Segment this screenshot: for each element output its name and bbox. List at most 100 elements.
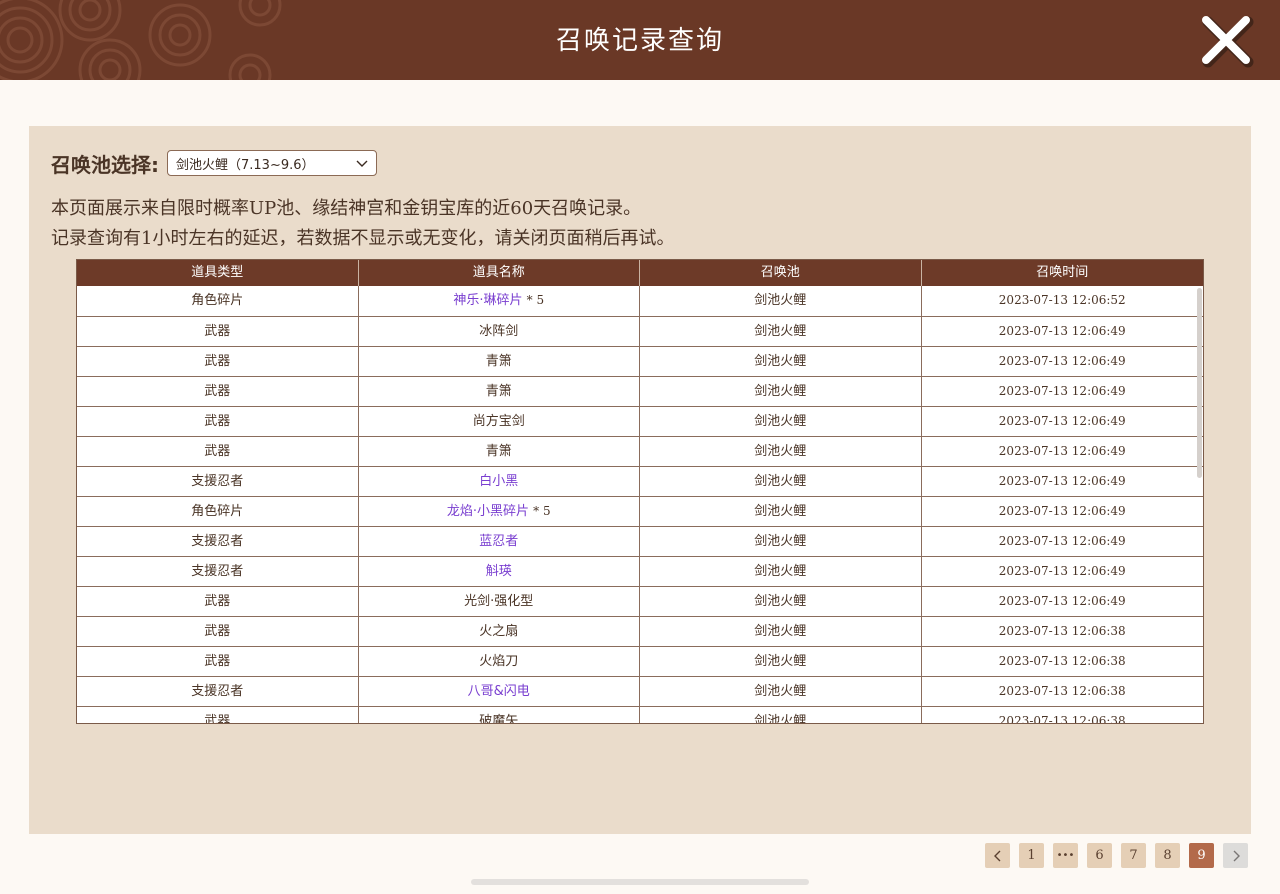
cell-item-type: 支援忍者 — [77, 677, 359, 706]
cell-pool: 剑池火鲤 — [640, 286, 922, 316]
description-line-1: 本页面展示来自限时概率UP池、缘结神宫和金钥宝库的近60天召唤记录。 — [51, 198, 642, 219]
item-count-text: * 5 — [533, 504, 551, 518]
page-button-7[interactable]: 7 — [1121, 843, 1146, 868]
next-page-button[interactable] — [1223, 843, 1248, 868]
item-name-text: 尚方宝剑 — [472, 414, 525, 429]
cell-item-name: 青箫 — [359, 437, 640, 466]
table-header: 道具类型 道具名称 召唤池 召唤时间 — [77, 260, 1203, 286]
cell-time: 2023-07-13 12:06:49 — [998, 564, 1126, 578]
table-row: 武器 破魔矢 剑池火鲤 2023-07-13 12:06:38 — [77, 706, 1203, 724]
cell-pool: 剑池火鲤 — [640, 467, 922, 496]
cell-item-name: 火焰刀 — [359, 647, 640, 676]
page-button-1[interactable]: 1 — [1019, 843, 1044, 868]
table-row: 角色碎片 神乐·琳碎片 * 5 剑池火鲤 2023-07-13 12:06:52 — [77, 286, 1203, 316]
cell-pool: 剑池火鲤 — [640, 497, 922, 526]
cell-item-type: 支援忍者 — [77, 527, 359, 556]
cell-item-type: 武器 — [77, 377, 359, 406]
prev-page-button[interactable] — [985, 843, 1010, 868]
table-row: 武器 青箫 剑池火鲤 2023-07-13 12:06:49 — [77, 376, 1203, 406]
table-row: 角色碎片 龙焰·小黑碎片 * 5 剑池火鲤 2023-07-13 12:06:49 — [77, 496, 1203, 526]
cell-item-type: 角色碎片 — [77, 286, 359, 316]
item-name-text: 青箫 — [485, 384, 512, 399]
item-name-text: 神乐·琳碎片 — [453, 293, 523, 308]
cell-item-type: 武器 — [77, 707, 359, 723]
table-row: 支援忍者 蓝忍者 剑池火鲤 2023-07-13 12:06:49 — [77, 526, 1203, 556]
cell-time: 2023-07-13 12:06:49 — [998, 504, 1126, 518]
description-line-2: 记录查询有1小时左右的延迟，若数据不显示或无变化，请关闭页面稍后再试。 — [51, 228, 675, 249]
item-count-text: * 5 — [526, 293, 545, 307]
cell-item-type: 支援忍者 — [77, 557, 359, 586]
cell-item-name: 神乐·琳碎片 * 5 — [359, 286, 640, 316]
cell-time: 2023-07-13 12:06:49 — [998, 474, 1126, 488]
page-ellipsis[interactable]: ••• — [1053, 843, 1078, 868]
cell-item-name: 蓝忍者 — [359, 527, 640, 556]
item-name-text: 龙焰·小黑碎片 — [446, 504, 530, 519]
table-row: 武器 冰阵剑 剑池火鲤 2023-07-13 12:06:49 — [77, 316, 1203, 346]
item-name-text: 青箫 — [485, 354, 512, 369]
item-name-text: 破魔矢 — [479, 714, 519, 724]
page-button-8[interactable]: 8 — [1155, 843, 1180, 868]
column-header-time: 召唤时间 — [1036, 265, 1089, 280]
home-indicator[interactable] — [471, 879, 809, 885]
table-row: 武器 光剑·强化型 剑池火鲤 2023-07-13 12:06:49 — [77, 586, 1203, 616]
cell-item-name: 青箫 — [359, 347, 640, 376]
close-button[interactable] — [1196, 10, 1256, 70]
page-button-9-current[interactable]: 9 — [1189, 843, 1214, 868]
item-name-text: 白小黑 — [479, 474, 519, 489]
item-name-text: 火之扇 — [479, 624, 519, 639]
cell-item-name: 尚方宝剑 — [359, 407, 640, 436]
table-row: 武器 尚方宝剑 剑池火鲤 2023-07-13 12:06:49 — [77, 406, 1203, 436]
cell-item-type: 武器 — [77, 587, 359, 616]
cell-item-type: 武器 — [77, 317, 359, 346]
cell-time: 2023-07-13 12:06:38 — [998, 654, 1126, 668]
cell-item-type: 支援忍者 — [77, 467, 359, 496]
item-name-text: 冰阵剑 — [479, 324, 519, 339]
cell-time: 2023-07-13 12:06:49 — [998, 354, 1126, 368]
table-row: 武器 火焰刀 剑池火鲤 2023-07-13 12:06:38 — [77, 646, 1203, 676]
pool-select-dropdown[interactable]: 剑池火鲤（7.13~9.6） — [167, 150, 377, 176]
table-row: 武器 青箫 剑池火鲤 2023-07-13 12:06:49 — [77, 436, 1203, 466]
item-name-text: 火焰刀 — [479, 654, 519, 669]
cell-pool: 剑池火鲤 — [640, 617, 922, 646]
cell-pool: 剑池火鲤 — [640, 677, 922, 706]
cell-pool: 剑池火鲤 — [640, 407, 922, 436]
cell-time: 2023-07-13 12:06:38 — [998, 714, 1126, 724]
cell-time: 2023-07-13 12:06:52 — [998, 293, 1126, 307]
cell-pool: 剑池火鲤 — [640, 587, 922, 616]
cell-item-name: 八哥&闪电 — [359, 677, 640, 706]
cell-time: 2023-07-13 12:06:38 — [998, 624, 1126, 638]
cell-time: 2023-07-13 12:06:38 — [998, 684, 1126, 698]
cell-time: 2023-07-13 12:06:49 — [998, 594, 1126, 608]
cell-item-name: 光剑·强化型 — [359, 587, 640, 616]
cell-time: 2023-07-13 12:06:49 — [998, 444, 1126, 458]
item-name-text: 蓝忍者 — [479, 534, 519, 549]
cell-time: 2023-07-13 12:06:49 — [998, 534, 1126, 548]
close-x-icon — [1202, 16, 1254, 68]
chevron-right-icon — [1233, 850, 1240, 861]
top-bar: 召唤记录查询 — [0, 0, 1280, 80]
column-header-name: 道具名称 — [359, 260, 640, 286]
record-panel: 召唤池选择: 剑池火鲤（7.13~9.6） 本页面展示来自限时概率UP池、缘结神… — [29, 126, 1251, 834]
table-scrollbar[interactable] — [1197, 288, 1202, 478]
cell-item-type: 武器 — [77, 617, 359, 646]
cell-pool: 剑池火鲤 — [640, 647, 922, 676]
pagination: 1 ••• 6 7 8 9 — [985, 843, 1248, 868]
cell-item-type: 武器 — [77, 347, 359, 376]
cell-item-name: 冰阵剑 — [359, 317, 640, 346]
table-row: 支援忍者 白小黑 剑池火鲤 2023-07-13 12:06:49 — [77, 466, 1203, 496]
chevron-down-icon — [356, 160, 368, 167]
cell-item-name: 斛瑛 — [359, 557, 640, 586]
cell-pool: 剑池火鲤 — [640, 377, 922, 406]
pool-label: 召唤池选择: — [51, 152, 159, 177]
cell-item-name: 青箫 — [359, 377, 640, 406]
page-button-6[interactable]: 6 — [1087, 843, 1112, 868]
cell-pool: 剑池火鲤 — [640, 557, 922, 586]
table-body[interactable]: 角色碎片 神乐·琳碎片 * 5 剑池火鲤 2023-07-13 12:06:52 武器冰… — [77, 286, 1203, 724]
cell-pool: 剑池火鲤 — [640, 527, 922, 556]
column-header-pool: 召唤池 — [640, 260, 922, 286]
item-name-text: 斛瑛 — [485, 564, 512, 579]
item-name-text: 青箫 — [485, 444, 512, 459]
item-name-text: 八哥&闪电 — [467, 684, 530, 699]
column-header-type: 道具类型 — [77, 260, 359, 286]
cell-time: 2023-07-13 12:06:49 — [998, 384, 1126, 398]
